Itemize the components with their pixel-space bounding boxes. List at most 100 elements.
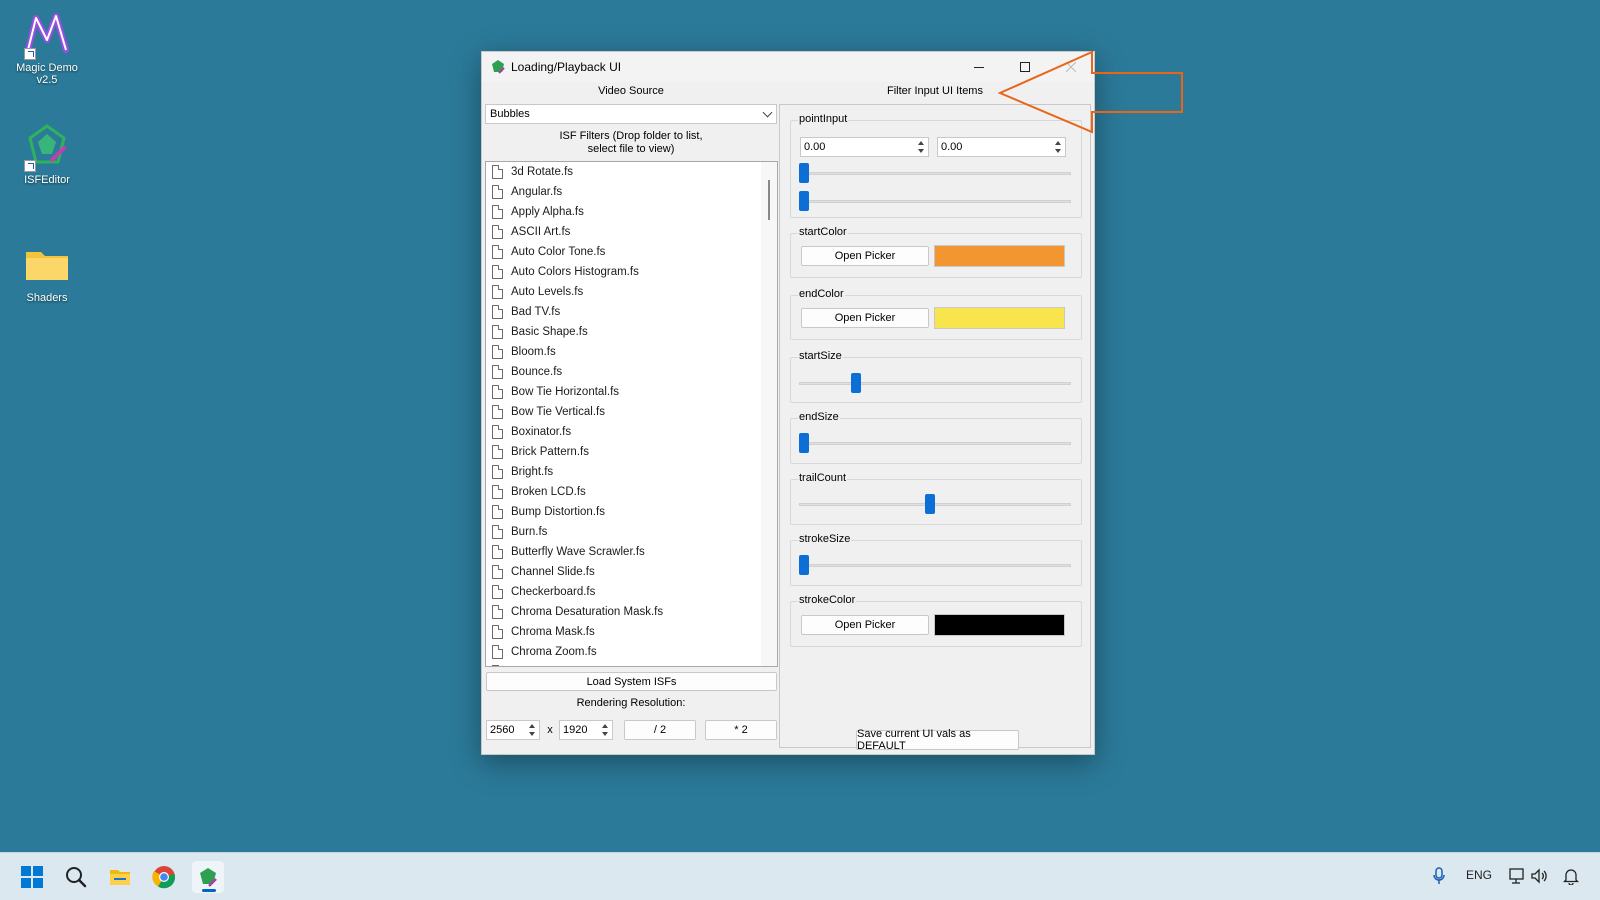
minimize-icon [974, 66, 984, 68]
file-icon [492, 245, 503, 259]
file-explorer-button[interactable] [104, 861, 136, 893]
isf-file-list[interactable]: 3d Rotate.fs Angular.fs Apply Alpha.fs ASCI… [485, 161, 778, 667]
list-item[interactable]: Auto Levels.fs [486, 282, 777, 302]
list-item[interactable]: Chroma Mask.fs [486, 622, 777, 642]
filter-input-panel: pointInput 0.00 0.00 startColor Open Pic… [779, 104, 1091, 748]
end-color-open-picker-button[interactable]: Open Picker [801, 308, 929, 328]
network-icon[interactable] [1508, 867, 1526, 885]
search-button[interactable] [60, 861, 92, 893]
desktop-icon-shaders[interactable]: Shaders [7, 240, 87, 304]
double-resolution-button[interactable]: * 2 [705, 720, 777, 740]
list-item[interactable]: ASCII Art.fs [486, 222, 777, 242]
save-default-button[interactable]: Save current UI vals as DEFAULT [856, 728, 1019, 752]
stroke-size-title: strokeSize [798, 533, 852, 545]
list-item[interactable]: Auto Color Tone.fs [486, 242, 777, 262]
list-item[interactable]: Angular.fs [486, 182, 777, 202]
maximize-button[interactable] [1002, 52, 1048, 82]
spin-arrows-icon[interactable] [599, 722, 611, 738]
desktop-icon-magic-demo[interactable]: Magic Demo v2.5 [7, 10, 87, 86]
file-name: Boxinator.fs [511, 426, 572, 438]
list-item[interactable]: Brick Pattern.fs [486, 442, 777, 462]
loading-playback-window: Loading/Playback UI Video Source Bubbles… [481, 51, 1095, 755]
list-item[interactable]: Bloom.fs [486, 342, 777, 362]
list-item[interactable]: Bad TV.fs [486, 302, 777, 322]
file-icon [492, 325, 503, 339]
isf-editor-icon [22, 122, 72, 172]
trail-count-slider[interactable] [799, 494, 1071, 514]
end-size-slider[interactable] [799, 433, 1071, 453]
file-name: Auto Color Tone.fs [511, 246, 606, 258]
isf-editor-taskbar-button[interactable] [192, 861, 224, 893]
start-size-group: startSize [790, 350, 1082, 403]
list-item[interactable]: Broken LCD.fs [486, 482, 777, 502]
scrollbar-thumb[interactable] [768, 180, 770, 220]
file-icon [492, 165, 503, 179]
title-bar[interactable]: Loading/Playback UI [482, 52, 1094, 82]
start-color-open-picker-button[interactable]: Open Picker [801, 246, 929, 266]
slider-thumb[interactable] [799, 433, 809, 453]
list-item[interactable]: Circle Crop.fs [486, 662, 777, 666]
notification-bell-icon[interactable] [1563, 867, 1579, 885]
list-item[interactable]: Boxinator.fs [486, 422, 777, 442]
list-item[interactable]: Auto Colors Histogram.fs [486, 262, 777, 282]
file-name: Channel Slide.fs [511, 566, 595, 578]
resolution-height-spinbox[interactable]: 1920 [559, 720, 613, 740]
slider-thumb[interactable] [924, 494, 935, 514]
list-item[interactable]: Apply Alpha.fs [486, 202, 777, 222]
point-y-slider[interactable] [799, 191, 1071, 211]
stroke-color-open-picker-button[interactable]: Open Picker [801, 615, 929, 635]
start-size-slider[interactable] [799, 373, 1071, 393]
start-color-swatch[interactable] [934, 245, 1065, 267]
list-item[interactable]: Checkerboard.fs [486, 582, 777, 602]
close-button[interactable] [1048, 52, 1094, 82]
language-indicator[interactable]: ENG [1466, 868, 1492, 882]
list-item[interactable]: Bump Distortion.fs [486, 502, 777, 522]
spin-arrows-icon[interactable] [1052, 139, 1064, 155]
point-x-spinbox[interactable]: 0.00 [800, 137, 929, 157]
start-button[interactable] [16, 861, 48, 893]
file-icon [492, 185, 503, 199]
file-explorer-icon [110, 870, 130, 885]
chrome-button[interactable] [148, 861, 180, 893]
stroke-color-swatch[interactable] [934, 614, 1065, 636]
microphone-icon[interactable] [1432, 867, 1446, 885]
video-source-dropdown[interactable]: Bubbles [485, 104, 777, 124]
end-color-title: endColor [798, 288, 845, 300]
file-icon [492, 625, 503, 639]
file-name: Bow Tie Vertical.fs [511, 406, 605, 418]
point-x-value: 0.00 [804, 141, 826, 153]
minimize-button[interactable] [956, 52, 1002, 82]
spin-arrows-icon[interactable] [526, 722, 538, 738]
end-color-swatch[interactable] [934, 307, 1065, 329]
end-color-group: endColor Open Picker [790, 288, 1082, 340]
list-item[interactable]: Basic Shape.fs [486, 322, 777, 342]
resolution-width-spinbox[interactable]: 2560 [486, 720, 540, 740]
load-system-isfs-button[interactable]: Load System ISFs [486, 672, 777, 691]
isf-filters-label-line1: ISF Filters (Drop folder to list, [559, 130, 703, 142]
list-item[interactable]: Bow Tie Vertical.fs [486, 402, 777, 422]
list-item[interactable]: Bright.fs [486, 462, 777, 482]
list-item[interactable]: Bounce.fs [486, 362, 777, 382]
slider-thumb[interactable] [799, 191, 809, 211]
list-item[interactable]: Butterfly Wave Scrawler.fs [486, 542, 777, 562]
point-y-spinbox[interactable]: 0.00 [937, 137, 1066, 157]
file-list-scrollbar[interactable] [761, 162, 777, 666]
file-icon [492, 645, 503, 659]
list-item[interactable]: Chroma Zoom.fs [486, 642, 777, 662]
list-item[interactable]: Bow Tie Horizontal.fs [486, 382, 777, 402]
desktop-icon-isfeditor[interactable]: ISFEditor [7, 122, 87, 186]
stroke-size-slider[interactable] [799, 555, 1071, 575]
point-input-group: pointInput 0.00 0.00 [790, 113, 1082, 218]
volume-icon[interactable] [1530, 867, 1548, 885]
slider-thumb[interactable] [799, 555, 809, 575]
slider-thumb[interactable] [799, 163, 809, 183]
slider-thumb[interactable] [851, 373, 862, 393]
point-x-slider[interactable] [799, 163, 1071, 183]
desktop-icon-label: ISFEditor [24, 174, 70, 186]
halve-resolution-button[interactable]: / 2 [624, 720, 696, 740]
list-item[interactable]: 3d Rotate.fs [486, 162, 777, 182]
list-item[interactable]: Chroma Desaturation Mask.fs [486, 602, 777, 622]
list-item[interactable]: Burn.fs [486, 522, 777, 542]
spin-arrows-icon[interactable] [915, 139, 927, 155]
list-item[interactable]: Channel Slide.fs [486, 562, 777, 582]
